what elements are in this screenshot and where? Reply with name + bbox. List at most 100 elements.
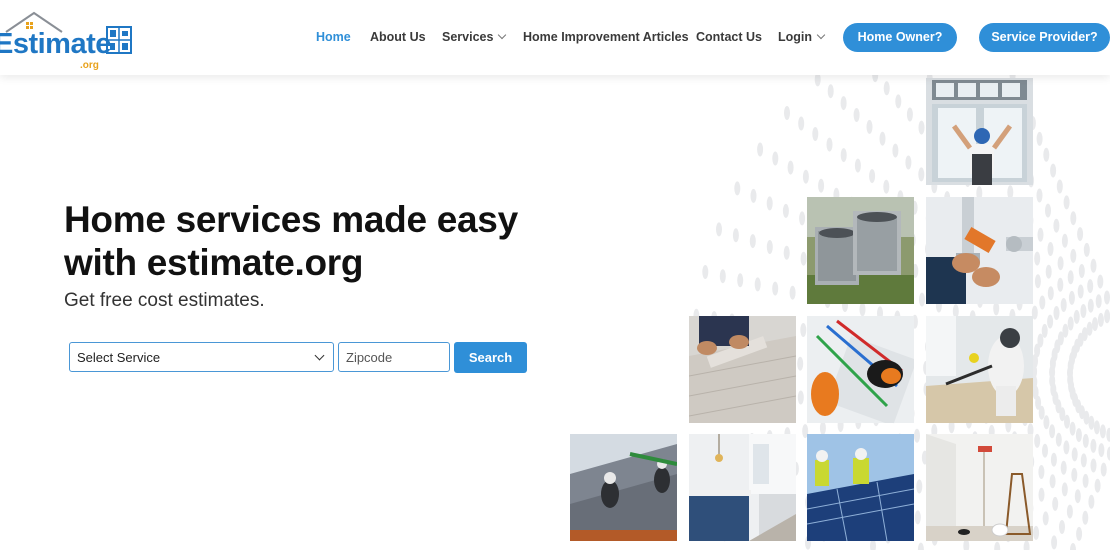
nav-contact-us[interactable]: Contact Us <box>696 30 762 44</box>
dot-mark <box>1033 525 1040 540</box>
dot-mark <box>754 277 761 292</box>
dot-mark <box>734 181 741 196</box>
dot-mark <box>840 96 847 111</box>
dot-mark <box>1100 462 1107 477</box>
dot-mark <box>1037 333 1044 348</box>
dot-mark <box>1047 242 1054 256</box>
dot-mark <box>883 179 890 194</box>
kitchen-photo <box>689 434 796 541</box>
dot-mark <box>1043 147 1050 162</box>
service-provider-button[interactable]: Service Provider? <box>979 23 1110 52</box>
dot-mark <box>787 160 794 175</box>
nav-home[interactable]: Home <box>316 30 351 44</box>
dot-mark <box>916 479 923 494</box>
dot-mark <box>1053 218 1060 233</box>
dot-mark <box>1098 443 1105 458</box>
nav-services-label: Services <box>442 30 494 44</box>
dot-mark <box>918 167 925 182</box>
dot-mark <box>1023 540 1030 550</box>
dot-mark <box>1070 543 1076 550</box>
dot-mark <box>1034 433 1041 448</box>
dot-mark <box>719 269 726 284</box>
dot-mark <box>766 196 773 211</box>
dot-mark <box>802 169 809 184</box>
dot-mark <box>854 158 861 173</box>
dot-mark <box>840 148 847 163</box>
dot-mark <box>914 428 920 443</box>
site-logo[interactable]: Estimate .org <box>0 10 144 71</box>
hero-title-line1: Home services made easy <box>64 199 518 240</box>
home-owner-button[interactable]: Home Owner? <box>843 23 957 52</box>
window-installer-photo <box>926 78 1033 185</box>
dot-mark <box>1055 432 1062 447</box>
dot-mark <box>859 302 866 317</box>
dot-mark <box>1076 526 1083 541</box>
dot-mark <box>1068 290 1075 305</box>
flooring-install-photo <box>689 316 796 423</box>
dot-mark <box>1049 424 1056 439</box>
tools-grid-icon <box>106 26 132 54</box>
dot-mark <box>757 142 764 157</box>
dot-mark <box>906 107 913 122</box>
dot-mark <box>869 169 876 184</box>
nav-about-us[interactable]: About Us <box>370 30 426 44</box>
dot-mark <box>879 131 886 146</box>
dot-mark <box>716 222 722 237</box>
dot-mark <box>1077 284 1084 299</box>
dot-mark <box>1104 290 1110 305</box>
dot-mark <box>1037 227 1044 242</box>
service-select[interactable]: Select Service <box>69 342 334 372</box>
dot-mark <box>1067 316 1074 331</box>
dot-mark <box>1095 294 1102 309</box>
dot-mark <box>994 541 1001 550</box>
logo-text: Estimate <box>0 28 111 60</box>
nav-home-improvement-articles[interactable]: Home Improvement Articles <box>523 30 689 44</box>
dot-mark <box>1038 487 1045 502</box>
dot-mark <box>1038 465 1045 479</box>
dot-mark <box>1070 211 1077 226</box>
dot-mark <box>1045 264 1052 279</box>
dot-mark <box>766 240 773 254</box>
electrician-wiring-photo <box>807 316 914 423</box>
dot-mark <box>1042 443 1048 458</box>
dot-mark <box>1063 195 1070 210</box>
nav-services[interactable]: Services <box>442 30 507 44</box>
dot-mark <box>1041 323 1048 338</box>
dot-mark <box>1071 467 1078 482</box>
nav-login[interactable]: Login <box>778 30 826 44</box>
dot-mark <box>905 155 912 170</box>
dot-mark <box>1094 478 1101 493</box>
dot-mark <box>1097 312 1104 327</box>
dot-mark <box>750 188 757 203</box>
zipcode-input[interactable] <box>338 342 450 372</box>
dot-mark <box>702 265 709 279</box>
search-button[interactable]: Search <box>454 342 527 373</box>
dot-mark <box>1060 460 1067 475</box>
dot-mark <box>895 94 902 109</box>
dot-mark <box>1097 274 1104 289</box>
dot-mark <box>737 273 744 288</box>
site-header: Estimate .org Home About Us Services Hom… <box>0 0 1110 75</box>
dot-mark <box>1080 304 1087 318</box>
dot-mark <box>1092 317 1098 332</box>
dot-mark <box>1080 453 1087 468</box>
dot-mark <box>1083 242 1090 257</box>
dot-mark <box>1056 179 1063 194</box>
dot-mark <box>1047 286 1054 301</box>
dot-mark <box>1059 520 1065 534</box>
dot-mark <box>1099 424 1106 439</box>
dot-mark <box>1062 323 1069 338</box>
dot-mark <box>1039 295 1046 310</box>
dot-mark <box>749 234 756 249</box>
dot-mark <box>1082 510 1089 525</box>
dot-mark <box>1104 309 1110 324</box>
dot-mark <box>914 510 921 525</box>
dot-mark <box>798 116 805 131</box>
roofer-photo <box>570 434 677 541</box>
dot-mark <box>1036 131 1043 146</box>
dot-mark <box>1061 482 1068 497</box>
dot-mark <box>1045 203 1051 218</box>
dot-mark <box>784 106 790 120</box>
dot-mark <box>872 75 879 83</box>
dot-mark <box>1074 489 1081 504</box>
